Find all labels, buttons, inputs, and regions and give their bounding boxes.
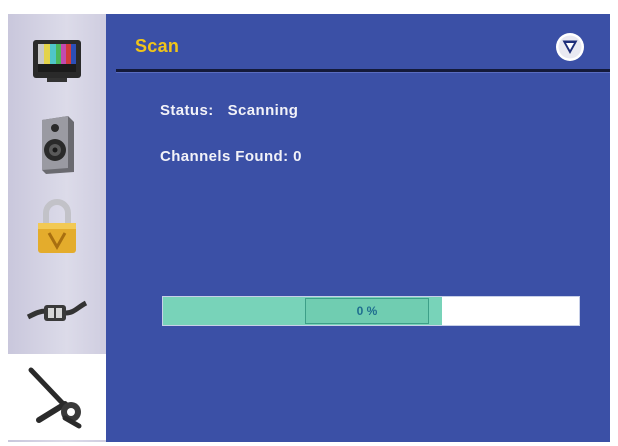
wrench-tools-icon <box>28 367 82 429</box>
scan-menu-screen: Scan Status: Scanning Channels Found: 0 0… <box>8 14 610 442</box>
progress-percent-label: 0 % <box>356 304 378 318</box>
channels-found-label: Channels Found: <box>160 148 289 165</box>
header-divider-highlight <box>116 72 610 73</box>
progress-percent-box: 0 % <box>305 298 429 324</box>
v-logo-icon <box>556 33 584 61</box>
cable-connector-icon <box>26 300 88 321</box>
padlock-icon <box>38 199 76 253</box>
sidebar-item-picture[interactable] <box>8 22 106 100</box>
sidebar-item-audio[interactable] <box>8 106 106 184</box>
channels-found-line: Channels Found: 0 <box>160 148 302 165</box>
status-value: Scanning <box>227 102 299 119</box>
sidebar-item-lock[interactable] <box>8 188 106 266</box>
page-title: Scan <box>135 36 180 56</box>
channels-found-value: 0 <box>293 148 302 165</box>
sidebar-menu <box>8 14 106 442</box>
sidebar-item-connections[interactable] <box>8 274 106 352</box>
scan-progress-bar: 0 % <box>162 296 580 326</box>
sidebar-item-setup[interactable] <box>8 354 106 440</box>
tv-color-bars-icon <box>33 40 81 82</box>
status-label: Status: <box>160 102 214 119</box>
status-line: Status: Scanning <box>160 102 298 119</box>
speaker-icon <box>42 116 74 174</box>
